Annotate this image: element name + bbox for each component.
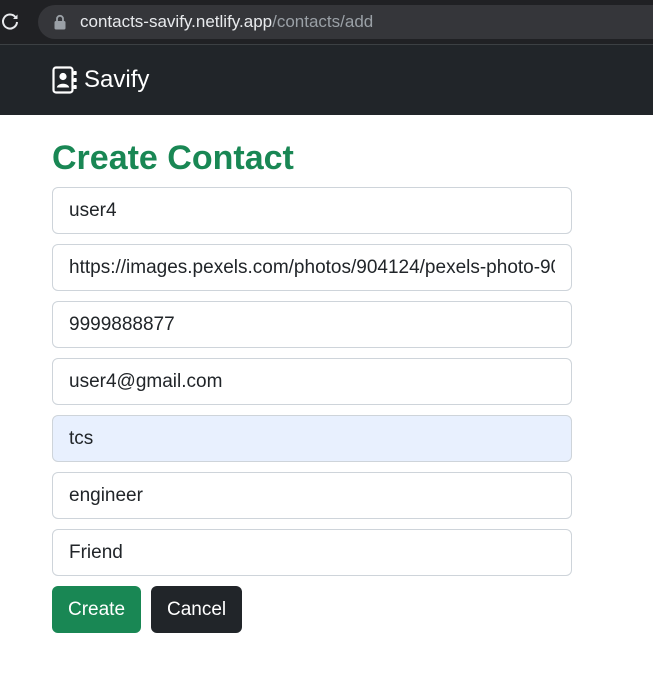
photo-url-input[interactable] [52,244,572,291]
mobile-input[interactable] [52,301,572,348]
group-input[interactable] [52,529,572,576]
cancel-button[interactable]: Cancel [151,586,242,633]
url-host: contacts-savify.netlify.app [80,12,273,31]
brand-name: Savify [84,66,150,93]
address-bar[interactable]: contacts-savify.netlify.app/contacts/add [38,5,653,39]
title-input[interactable] [52,472,572,519]
brand-link[interactable]: Savify [52,65,149,95]
reload-icon[interactable] [0,12,20,32]
browser-toolbar: contacts-savify.netlify.app/contacts/add [0,0,653,45]
form-actions: Create Cancel [52,586,242,633]
create-button[interactable]: Create [52,586,141,633]
url-text[interactable]: contacts-savify.netlify.app/contacts/add [80,12,373,32]
company-input[interactable] [52,415,572,462]
create-contact-form [52,187,572,586]
url-path: /contacts/add [272,12,374,31]
address-book-icon [52,66,77,94]
navbar: Savify [0,45,653,115]
lock-icon[interactable] [53,14,67,30]
page-title: Create Contact [52,139,294,177]
name-input[interactable] [52,187,572,234]
email-input[interactable] [52,358,572,405]
